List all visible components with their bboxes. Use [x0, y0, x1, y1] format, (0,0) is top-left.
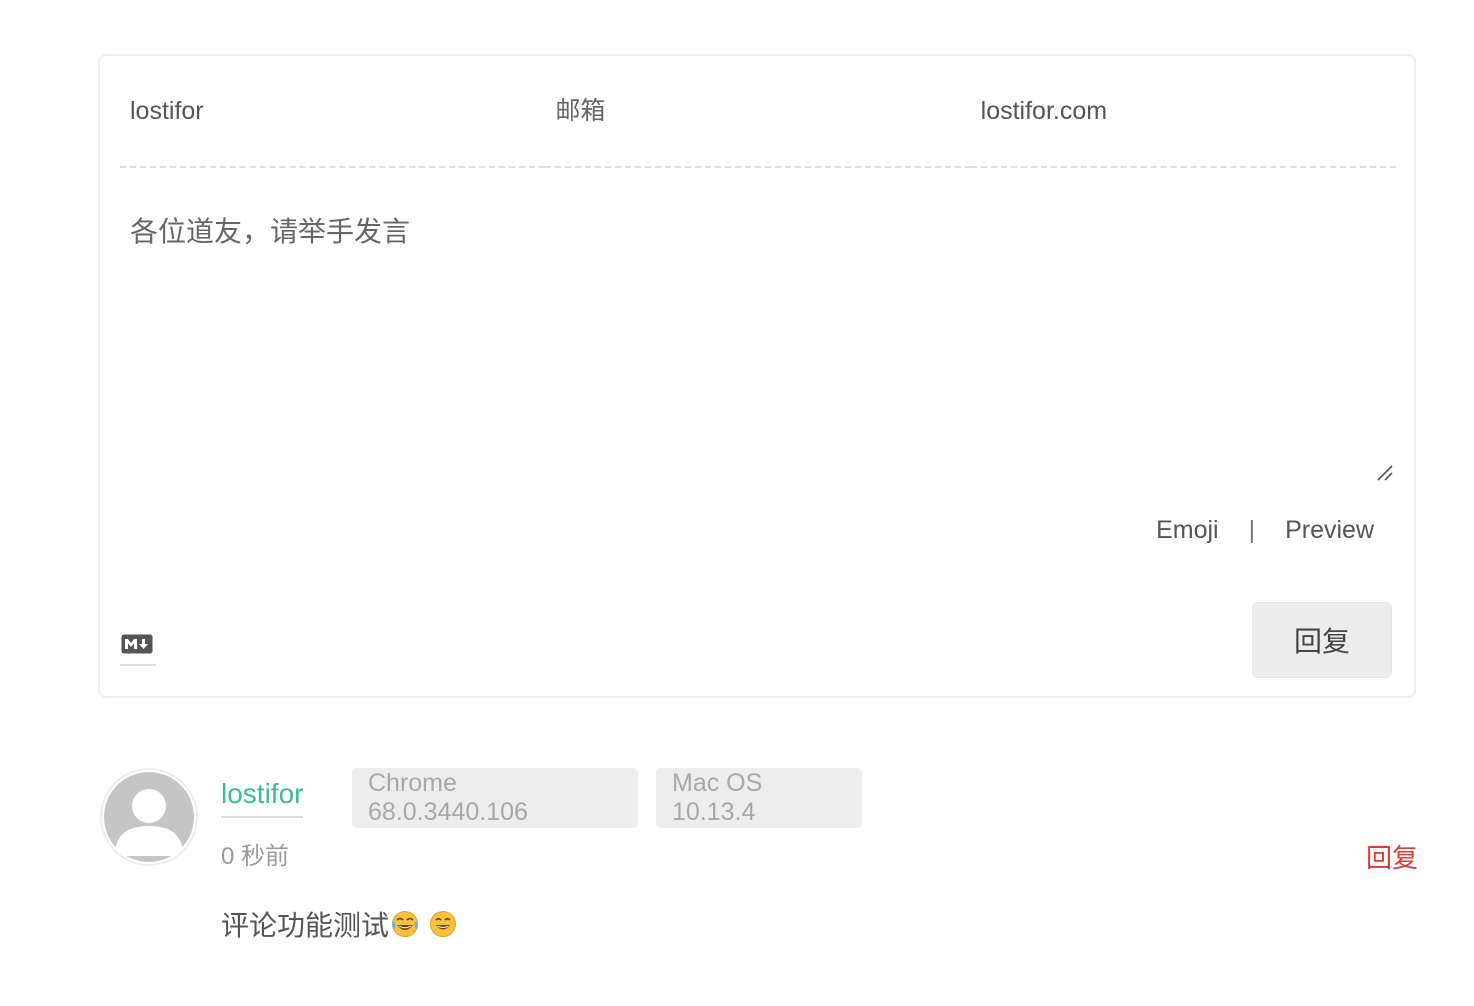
submit-button[interactable]: 回复	[1252, 602, 1392, 678]
markdown-logo-icon	[121, 634, 153, 654]
editor-wrap	[120, 196, 1396, 481]
comment-content: 评论功能测试	[221, 904, 457, 944]
resize-handle-icon[interactable]	[1376, 464, 1394, 482]
nick-input[interactable]	[120, 56, 546, 166]
smile-emoji-icon	[430, 911, 457, 937]
preview-button[interactable]: Preview	[1285, 516, 1374, 545]
nick-field-wrap	[120, 56, 546, 168]
default-avatar-icon	[104, 772, 194, 862]
comment-time: 0 秒前	[221, 843, 290, 870]
comment-text: 评论功能测试	[221, 910, 390, 941]
avatar	[100, 768, 198, 866]
joy-emoji-icon	[392, 911, 419, 937]
emoji-button[interactable]: Emoji	[1156, 516, 1219, 545]
comment-author[interactable]: lostifor	[221, 778, 304, 818]
comment-textarea[interactable]	[120, 196, 1396, 476]
markdown-icon[interactable]	[120, 630, 156, 666]
reply-link[interactable]: 回复	[1366, 838, 1418, 875]
browser-badge: Chrome 68.0.3440.106	[352, 768, 638, 828]
editor-tools: Emoji | Preview	[1156, 508, 1374, 552]
os-badge: Mac OS 10.13.4	[656, 768, 862, 828]
form-header	[120, 56, 1396, 168]
comment-form: Emoji | Preview 回复	[98, 54, 1416, 698]
mail-field-wrap	[545, 56, 971, 168]
mail-input[interactable]	[545, 56, 971, 166]
tools-separator: |	[1248, 515, 1256, 544]
link-field-wrap	[970, 56, 1396, 168]
link-input[interactable]	[970, 56, 1396, 166]
